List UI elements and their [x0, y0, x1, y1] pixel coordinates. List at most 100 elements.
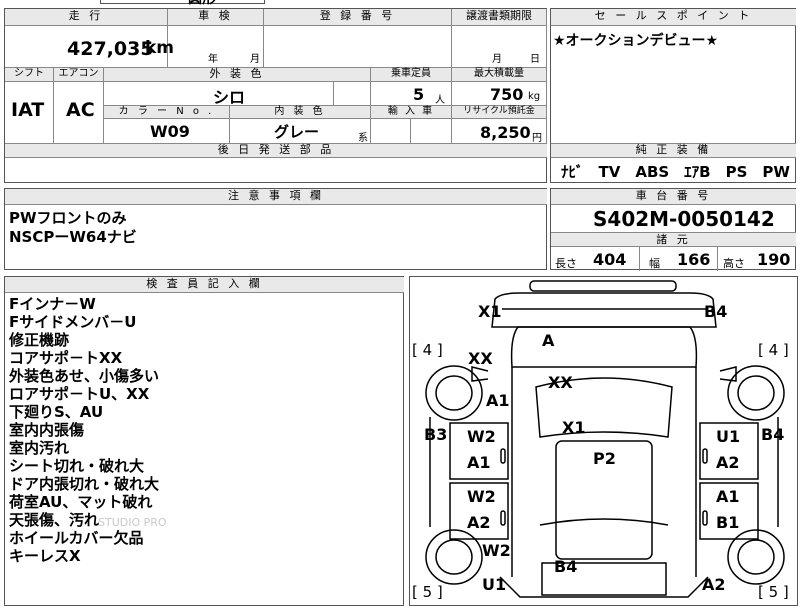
aircon-header: エアコン [54, 68, 104, 82]
width-label: 幅 [649, 257, 660, 270]
aircon-value: AC [66, 99, 95, 121]
dmg-x1-roof: X1 [562, 418, 586, 437]
exterior-color-header: 外 装 色 [104, 68, 371, 82]
chassis-header: 車 台 番 号 [551, 189, 796, 205]
specs-divider-1 [639, 247, 640, 271]
right-side [695, 367, 779, 577]
specs-header: 諸 元 [551, 232, 796, 247]
shipping-parts-cell [5, 158, 547, 183]
dmg-a2-front-door-right: A2 [716, 453, 740, 472]
dmg-b3: B3 [424, 425, 448, 444]
dmg-b4-tr: B4 [704, 302, 728, 321]
inspector-line: ドア内張切れ・破れ大 [9, 475, 160, 493]
recycle-cell: 8,250 円 [452, 119, 547, 144]
dmg-x1-tl: X1 [478, 302, 502, 321]
specs-divider-2 [717, 247, 718, 271]
inspection-year-unit: 年 [208, 54, 218, 65]
dmg-b1-rear-door-right: B1 [716, 513, 740, 532]
inspector-box: 検 査 員 記 入 欄 Fインナ－W Fサイドメンバ－U 修正機跡 コアサポ－トXX 外… [4, 276, 404, 606]
color-no-cell: W09 [104, 119, 230, 144]
handle-rl [500, 510, 506, 526]
width-value: 166 [677, 250, 711, 269]
recycle-header: リサイクル預託金 [452, 106, 547, 119]
registration-header: 登 録 番 号 [264, 9, 452, 26]
inspector-line: 修正機跡 [9, 331, 70, 349]
transfer-docs-cell: 月 日 [452, 26, 547, 68]
height-label: 高さ [723, 257, 745, 270]
dmg-xx-hood: XX [548, 373, 573, 392]
tire-front-left-label: [ 4 ] [412, 341, 443, 359]
sales-point-box: セ ー ル ス ポ イ ン ト ★オークションデビュー★ 純 正 装 備 ﾅﾋﾞ… [550, 8, 796, 183]
chassis-number: S402M-0050142 [593, 207, 775, 231]
vehicle-info-table: 走 行 車 検 登 録 番 号 譲渡書類期限 427,035 km 年 月 月 … [4, 8, 547, 183]
shift-header: シフト [5, 68, 54, 82]
dmg-w2-rear-door-left: W2 [467, 487, 496, 506]
notes-box: 注 意 事 項 欄 PWフロントのみ NSCPーW64ナビ [4, 188, 547, 270]
dmg-a2-rear-door-left: A2 [467, 513, 491, 532]
inspector-line: Fインナ－W [9, 295, 96, 313]
max-load-unit: kg [528, 91, 541, 102]
shipping-parts-header: 後 日 発 送 部 品 [5, 144, 547, 158]
handle-rr [702, 510, 708, 526]
import-cell-b [411, 119, 452, 144]
tire-rear-left-label: [ 5 ] [412, 583, 443, 601]
sales-point-text: ★オークションデビュー★ [553, 33, 719, 49]
dmg-a1-fender: A1 [486, 391, 510, 410]
height-value: 190 [757, 250, 791, 269]
rear-window [539, 518, 669, 526]
rear-body [499, 576, 709, 598]
mileage-cell: 427,035 km [5, 26, 174, 68]
hood-outline [510, 326, 698, 368]
body-front [491, 292, 717, 328]
dmg-xx-hood-left: XX [468, 349, 493, 368]
import-cell-a [371, 119, 411, 144]
registration-cell [264, 26, 452, 68]
capacity-unit: 人 [435, 95, 445, 106]
inspection-month-unit: 月 [250, 54, 260, 65]
inspector-line: シート切れ・破れ大 [9, 457, 145, 475]
recycle-unit: 円 [532, 133, 542, 144]
inspector-line: ロアサポ－トU、XX [9, 385, 150, 403]
exterior-color-value: シロ [213, 88, 246, 107]
notes-header: 注 意 事 項 欄 [5, 189, 547, 205]
genuine-equipment-value: ﾅﾋﾞ TV ABS ｴｱB PS PW [561, 163, 790, 181]
dmg-u1-rear: U1 [482, 575, 507, 594]
inspector-line: 下廻りS、AU [9, 403, 104, 421]
dmg-w2-rear-quarter: W2 [482, 541, 511, 560]
dmg-b4-right: B4 [761, 425, 785, 444]
chassis-box: 車 台 番 号 S402M-0050142 諸 元 長さ 404 幅 166 高… [550, 188, 796, 271]
dmg-a2-rear: A2 [702, 575, 726, 594]
dmg-a1-rear-door-right: A1 [716, 487, 740, 506]
inspector-line: 天張傷、汚れ [9, 511, 100, 529]
color-no-header: カ ラ ー N o . [104, 106, 230, 119]
handle-fl [500, 448, 506, 464]
interior-color-value: グレー [274, 123, 320, 141]
shift-cell: IAT [5, 82, 54, 144]
dmg-a-glass: A [542, 331, 555, 350]
inspector-line: 荷室AU、マット破れ [9, 493, 153, 511]
interior-color-header: 内 装 色 [230, 106, 371, 119]
max-load-value: 750 [490, 85, 524, 104]
transfer-day-unit: 日 [530, 54, 540, 65]
length-value: 404 [593, 250, 627, 269]
vehicle-diagram-box: X1 B4 [ 4 ] [ 4 ] XX A XX A1 B3 B4 X1 W2… [409, 276, 798, 606]
interior-color-cell: グレー 系 [230, 119, 371, 144]
mirror-right [719, 366, 737, 382]
color-no-value: W09 [150, 122, 190, 141]
inspection-header: 車 検 [168, 9, 264, 26]
import-header: 輸 入 車 [371, 106, 452, 119]
transfer-month-unit: 月 [492, 54, 502, 65]
recycle-value: 8,250 [480, 123, 531, 142]
dmg-u1-front-door-right: U1 [716, 427, 741, 446]
mileage-value: 427,035 [67, 38, 154, 60]
capacity-cell: 5 人 [371, 82, 452, 106]
transfer-docs-header: 譲渡書類期限 [452, 9, 547, 26]
dmg-p2-roof: P2 [593, 449, 616, 468]
exterior-color-sub [334, 82, 371, 106]
wheel-rr-inner [737, 539, 775, 575]
top-fragment-box [100, 0, 265, 4]
aircon-cell: AC [54, 82, 104, 144]
inspector-line: キーレスX [9, 547, 81, 565]
handle-fr [702, 448, 708, 464]
tire-front-right-label: [ 4 ] [758, 341, 789, 359]
